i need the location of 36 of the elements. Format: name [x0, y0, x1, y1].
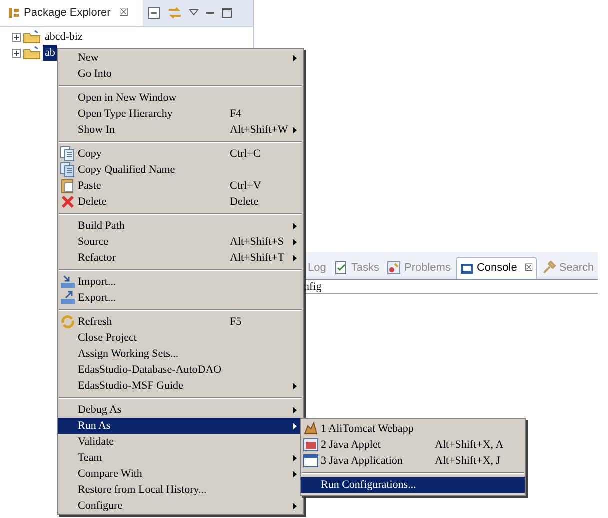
menu-item[interactable]: New [58, 50, 303, 66]
menu-item[interactable]: Build Path [58, 218, 303, 234]
menu-item[interactable]: Configure [58, 498, 303, 514]
menu-item[interactable]: 3 Java Application Alt+Shift+X, J [301, 453, 525, 469]
menu-item[interactable]: Restore from Local History... [58, 482, 303, 498]
menu-item[interactable]: Export... [58, 290, 303, 306]
menu-item[interactable]: Compare With [58, 466, 303, 482]
menu-item[interactable]: Refresh F5 [58, 314, 303, 330]
menu-item[interactable]: Go Into [58, 66, 303, 82]
menu-item[interactable]: Delete Delete [58, 194, 303, 210]
menu-item[interactable]: Debug As [58, 402, 303, 418]
menu-item[interactable]: Validate [58, 434, 303, 450]
menu-item[interactable]: Close Project [58, 330, 303, 346]
view-tab[interactable]: Console ☒ [456, 257, 538, 279]
menu-item[interactable]: 1 AliTomcat Webapp [301, 421, 525, 437]
menu-item[interactable]: Run Configurations... [301, 477, 525, 493]
close-button[interactable]: ☒ [118, 4, 129, 22]
menu-item[interactable]: Import... [58, 274, 303, 290]
menu-item[interactable]: Assign Working Sets... [58, 346, 303, 362]
menu-item[interactable]: Copy Ctrl+C [58, 146, 303, 162]
menu-item[interactable]: EdasStudio-MSF Guide [58, 378, 303, 394]
view-title[interactable]: Package Explorer [24, 4, 111, 22]
menu-item[interactable]: Team [58, 450, 303, 466]
menu-item[interactable]: Copy Qualified Name [58, 162, 303, 178]
menu-item[interactable]: Refactor Alt+Shift+T [58, 250, 303, 266]
menu-item[interactable]: Source Alt+Shift+S [58, 234, 303, 250]
menu-item[interactable]: Show In Alt+Shift+W [58, 122, 303, 138]
close-button[interactable]: ☒ [524, 261, 534, 276]
menu-item[interactable]: Open Type Hierarchy F4 [58, 106, 303, 122]
tree-item[interactable]: abcd-biz [43, 28, 85, 46]
menu-item[interactable]: 2 Java Applet Alt+Shift+X, A [301, 437, 525, 453]
menu-item[interactable]: EdasStudio-Database-AutoDAO [58, 362, 303, 378]
menu-item[interactable]: Paste Ctrl+V [58, 178, 303, 194]
menu-item[interactable]: Run As [58, 418, 303, 434]
tree-item[interactable]: ab [43, 44, 58, 62]
menu-item[interactable]: Open in New Window [58, 90, 303, 106]
